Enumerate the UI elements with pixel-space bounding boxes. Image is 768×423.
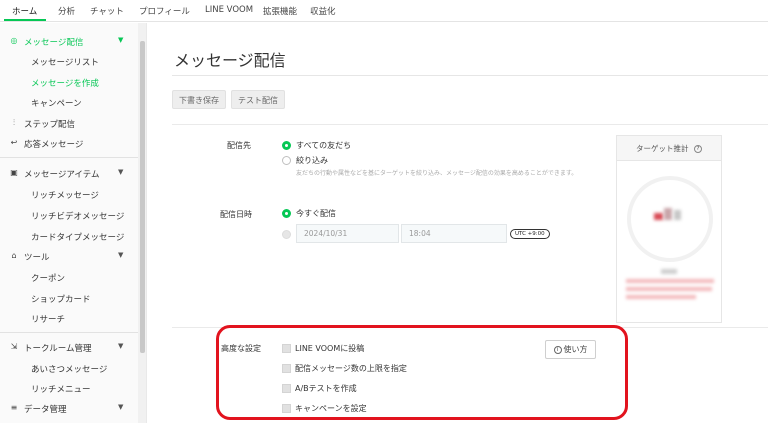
reply-icon: ↩ [10, 138, 18, 147]
chevron-down-icon: ▼ [118, 251, 124, 259]
chevron-down-icon: ▼ [118, 342, 124, 350]
sidebar-item-label: リッチメッセージ [31, 191, 99, 201]
chevron-down-icon: ▼ [118, 403, 124, 411]
save-draft-button[interactable]: 下書き保存 [172, 90, 226, 109]
blurred-figure [664, 208, 672, 220]
blurred-text [626, 279, 714, 283]
sidebar-item-label: メッセージ配信 [24, 38, 84, 48]
sidebar-item-campaign[interactable]: キャンペーン [0, 93, 138, 113]
blurred-figure [674, 210, 681, 220]
sidebar-item-label: メッセージアイテム [24, 170, 100, 180]
sidebar-item-coupon[interactable]: クーポン [0, 268, 138, 288]
all-friends-label: すべての友だち [296, 141, 352, 150]
sidebar-scroll-thumb[interactable] [140, 41, 145, 353]
sidebar-item-response-message[interactable]: ↩ 応答メッセージ [0, 134, 138, 154]
timezone-badge: UTC +9:00 [510, 229, 550, 239]
send-now-label: 今すぐ配信 [296, 209, 336, 218]
highlight-box [216, 325, 628, 420]
sidebar-item-label: ステップ配信 [24, 120, 76, 130]
active-tab-indicator [4, 19, 46, 21]
sidebar-item-label: ショップカード [31, 295, 91, 305]
chevron-down-icon: ▼ [118, 36, 124, 44]
page-title: メッセージ配信 [174, 51, 286, 70]
sidebar-item-rich-video-message[interactable]: リッチビデオメッセージ [0, 206, 138, 226]
sidebar-item-message-list[interactable]: メッセージリスト [0, 52, 138, 72]
recipient-label: 配信先 [227, 141, 251, 150]
narrow-down-radio[interactable] [282, 156, 291, 165]
sidebar-item-label: あいさつメッセージ [31, 365, 108, 375]
tab-monetize[interactable]: 収益化 [310, 5, 336, 17]
blurred-text [626, 295, 696, 299]
target-estimate-panel: ターゲット推計 ? [616, 135, 722, 323]
card-icon: ▣ [10, 168, 18, 177]
test-delivery-button[interactable]: テスト配信 [231, 90, 285, 109]
send-now-radio[interactable] [282, 209, 291, 218]
narrow-down-hint: 友だちの行動や属性などを基にターゲットを絞り込み、メッセージ配信の効果を高めるこ… [296, 170, 578, 177]
target-estimate-header: ターゲット推計 ? [617, 136, 721, 161]
sidebar-item-label: 応答メッセージ [24, 140, 84, 150]
tab-chat[interactable]: チャット [90, 5, 124, 17]
sidebar-item-talk-room[interactable]: ⇲ トークルーム管理 ▼ [0, 338, 138, 358]
sidebar-item-shop-card[interactable]: ショップカード [0, 289, 138, 309]
sidebar-item-label: ツール [24, 253, 50, 263]
main-content: メッセージ配信 下書き保存 テスト配信 配信先 すべての友だち 絞り込み 友だち… [147, 23, 768, 423]
chevron-down-icon: ▼ [118, 168, 124, 176]
sidebar-divider [0, 157, 138, 158]
scheduled-radio[interactable] [282, 230, 291, 239]
sidebar-item-label: リサーチ [31, 315, 66, 325]
sidebar-divider [0, 332, 138, 333]
sidebar-item-card-type-message[interactable]: カードタイプメッセージ [0, 227, 138, 247]
section-divider [172, 124, 768, 125]
sidebar-item-label: クーポン [31, 274, 66, 284]
narrow-down-label: 絞り込み [296, 156, 328, 165]
talk-room-icon: ⇲ [10, 342, 18, 351]
help-icon[interactable]: ? [693, 145, 702, 153]
database-icon: ≡ [10, 403, 18, 412]
blurred-figure [654, 213, 663, 220]
shop-icon: ⌂ [11, 251, 17, 260]
sidebar-item-label: メッセージを作成 [31, 79, 99, 89]
top-nav: ホーム 分析 チャット プロフィール LINE VOOM 拡張機能 収益化 [0, 0, 768, 22]
sidebar-item-label: データ管理 [24, 405, 67, 415]
sidebar-item-message-items[interactable]: ▣ メッセージアイテム ▼ [0, 164, 138, 184]
sidebar-item-data-management[interactable]: ≡ データ管理 ▼ [0, 399, 138, 419]
delivery-date-label: 配信日時 [220, 210, 252, 219]
sidebar-item-create-message[interactable]: メッセージを作成 [0, 73, 138, 93]
sidebar-item-rich-message[interactable]: リッチメッセージ [0, 185, 138, 205]
tab-extensions[interactable]: 拡張機能 [263, 5, 297, 17]
blurred-text [626, 287, 712, 291]
tab-home[interactable]: ホーム [12, 5, 37, 17]
target-estimate-title: ターゲット推計 [636, 144, 689, 153]
sidebar-item-greeting-message[interactable]: あいさつメッセージ [0, 359, 138, 379]
steps-icon: ⫶ [13, 118, 15, 127]
tab-line-voom[interactable]: LINE VOOM [205, 5, 253, 15]
time-input[interactable]: 18:04 [401, 224, 507, 243]
blurred-text [661, 269, 677, 274]
sidebar-item-label: キャンペーン [31, 99, 82, 109]
sidebar-item-label: カードタイプメッセージ [31, 233, 125, 243]
broadcast-icon: ◎ [10, 36, 18, 45]
sidebar-item-label: リッチメニュー [31, 385, 91, 395]
sidebar: ◎ メッセージ配信 ▼ メッセージリスト メッセージを作成 キャンペーン ⫶ ス… [0, 23, 147, 423]
title-divider [172, 75, 768, 76]
tab-profile[interactable]: プロフィール [139, 5, 190, 17]
sidebar-item-label: メッセージリスト [31, 58, 99, 68]
sidebar-item-tools[interactable]: ⌂ ツール ▼ [0, 247, 138, 267]
sidebar-item-label: トークルーム管理 [24, 344, 92, 354]
all-friends-radio[interactable] [282, 141, 291, 150]
date-input[interactable]: 2024/10/31 [296, 224, 399, 243]
sidebar-item-research[interactable]: リサーチ [0, 309, 138, 329]
sidebar-item-rich-menu[interactable]: リッチメニュー [0, 379, 138, 399]
sidebar-item-label: リッチビデオメッセージ [31, 212, 125, 222]
sidebar-item-message-delivery[interactable]: ◎ メッセージ配信 ▼ [0, 32, 138, 52]
sidebar-item-step-delivery[interactable]: ⫶ ステップ配信 [0, 114, 138, 134]
tab-analytics[interactable]: 分析 [58, 5, 75, 17]
